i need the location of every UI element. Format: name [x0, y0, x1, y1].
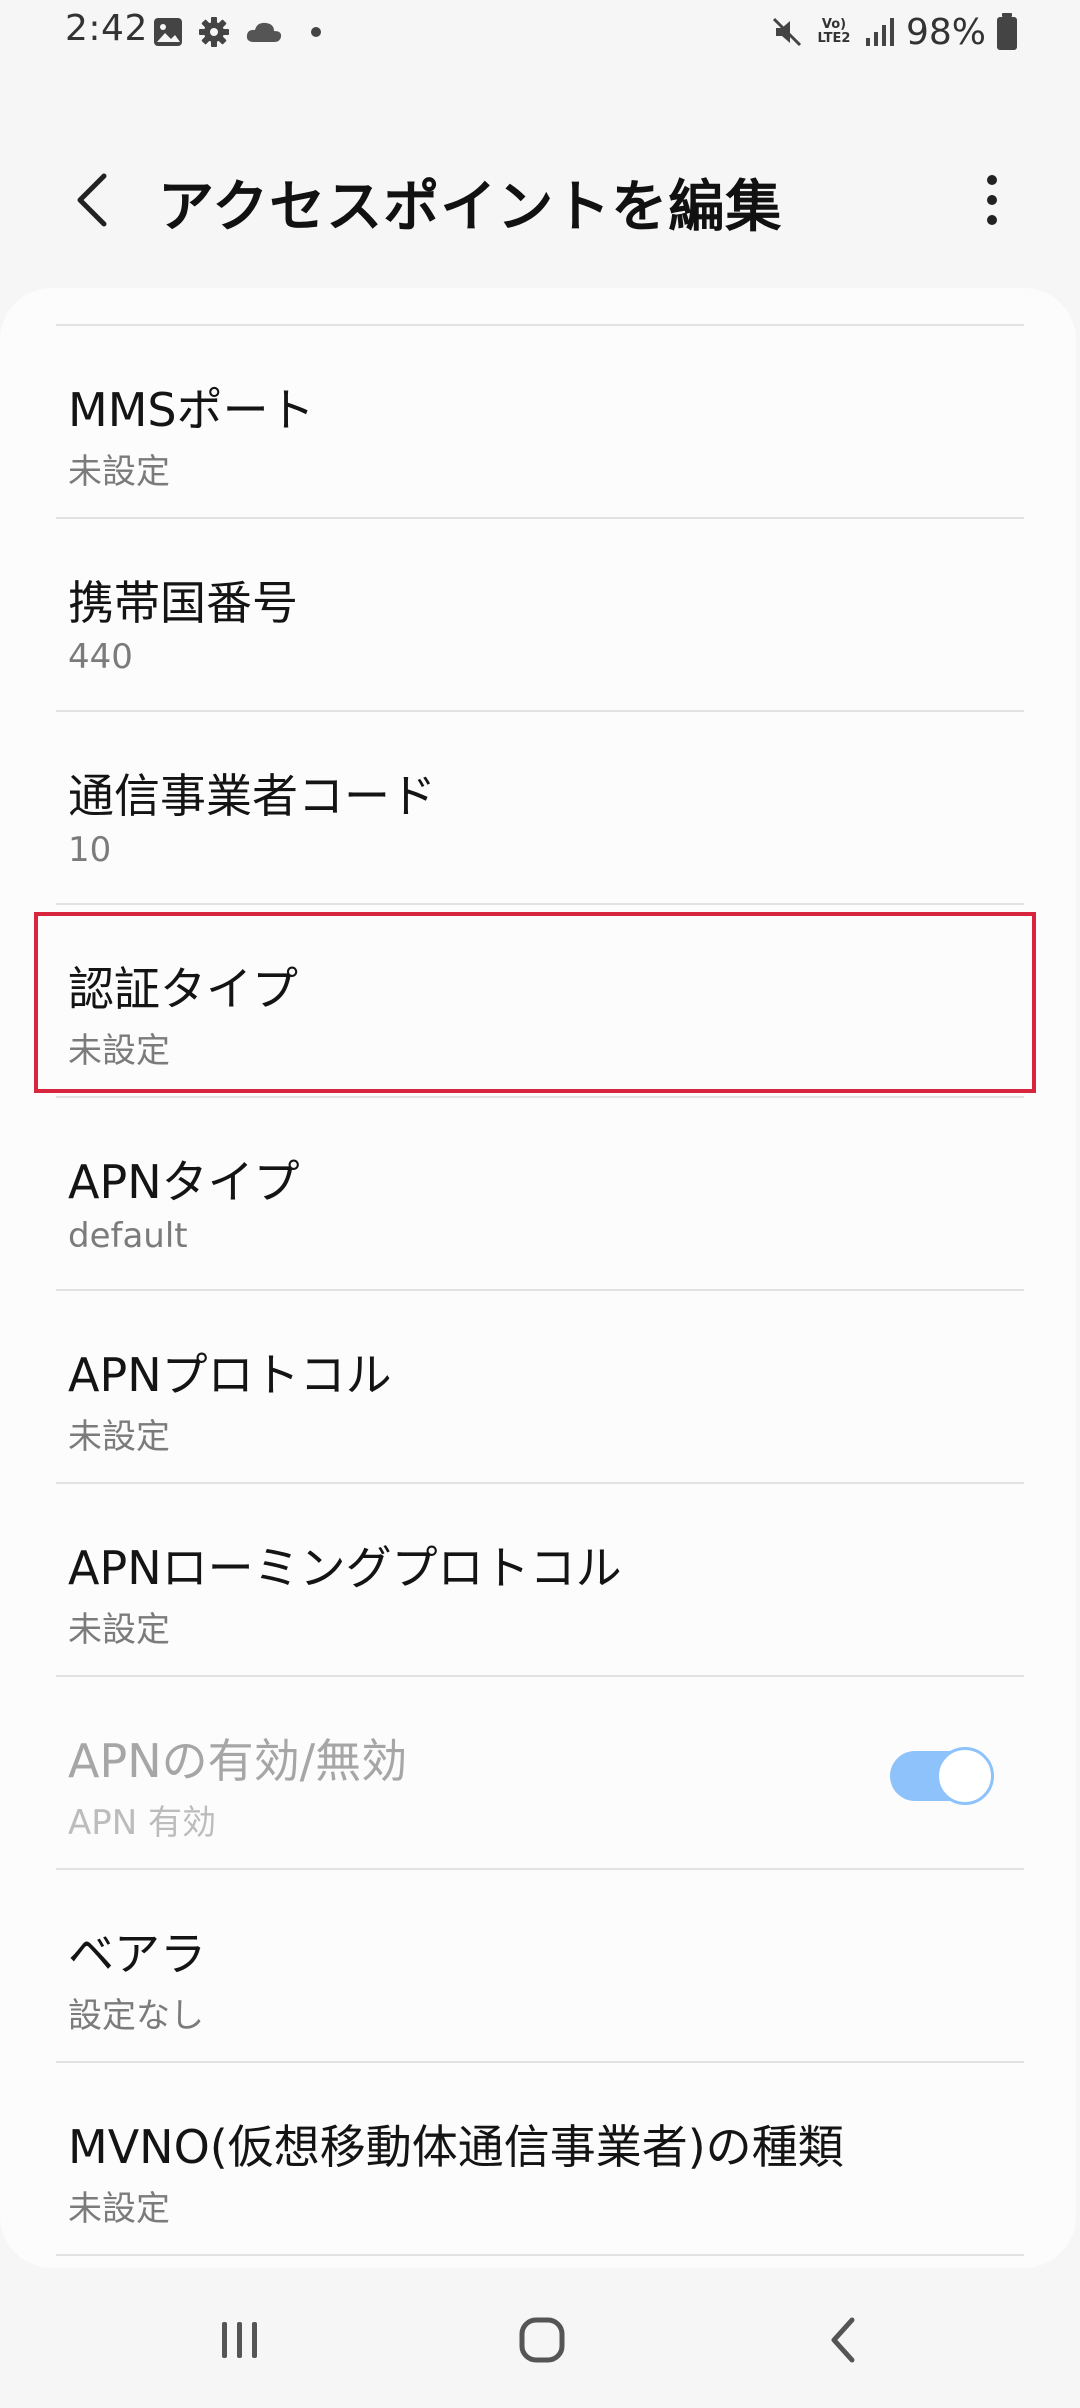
back-chevron-icon — [77, 173, 107, 227]
status-left-icons — [152, 14, 326, 50]
setting-title: ベアラ — [68, 1927, 206, 1981]
mute-icon — [772, 17, 802, 47]
network-type-label: Vo) LTE2 — [817, 17, 851, 46]
setting-summary: default — [68, 1216, 188, 1256]
page-title: アクセスポイントを編集 — [158, 175, 783, 240]
setting-summary: 未設定 — [68, 1417, 170, 1457]
setting-summary: 10 — [68, 830, 112, 870]
setting-apn-protocol[interactable]: APNプロトコル 未設定 — [0, 1291, 1076, 1484]
setting-title: APNプロトコル — [68, 1348, 392, 1402]
setting-title: MVNO(仮想移動体通信事業者)の種類 — [68, 2120, 844, 2174]
cloud-icon — [246, 22, 282, 42]
toggle-thumb — [936, 1747, 994, 1805]
setting-summary: 未設定 — [68, 1031, 170, 1071]
setting-summary: 440 — [68, 637, 133, 677]
setting-apn-type[interactable]: APNタイプ default — [0, 1098, 1076, 1291]
setting-summary: 未設定 — [68, 1610, 170, 1650]
setting-mms-port[interactable]: MMSポート 未設定 — [0, 326, 1076, 519]
signal-icon — [865, 18, 894, 46]
setting-summary: 未設定 — [68, 452, 170, 492]
battery-percent: 98% — [905, 11, 986, 53]
home-icon — [519, 2317, 565, 2363]
setting-title: 通信事業者コード — [68, 769, 436, 823]
status-time: 2:42 — [65, 8, 148, 49]
setting-title: 認証タイプ — [68, 962, 298, 1016]
system-back-button[interactable] — [794, 2300, 894, 2380]
gear-icon — [199, 17, 229, 47]
setting-auth-type[interactable]: 認証タイプ 未設定 — [0, 905, 1076, 1098]
setting-bearer[interactable]: ベアラ 設定なし — [0, 1870, 1076, 2063]
setting-title: MMSポート — [68, 383, 315, 437]
settings-list: MMSポート 未設定 携帯国番号 440 通信事業者コード 10 認証タイプ 未… — [0, 326, 1076, 2256]
setting-title: 携帯国番号 — [68, 576, 298, 630]
setting-summary: 設定なし — [68, 1996, 204, 2036]
setting-mcc[interactable]: 携帯国番号 440 — [0, 519, 1076, 712]
setting-summary: APN 有効 — [68, 1803, 217, 1843]
setting-summary: 未設定 — [68, 2189, 170, 2229]
setting-title: APNタイプ — [68, 1155, 300, 1209]
app-bar: アクセスポイントを編集 — [0, 140, 1080, 260]
status-bar: 2:42 Vo) LTE2 98% — [0, 0, 1080, 64]
setting-apn-enable: APNの有効/無効 APN 有効 — [0, 1677, 1076, 1870]
apn-enable-toggle[interactable] — [890, 1747, 996, 1805]
setting-mnc[interactable]: 通信事業者コード 10 — [0, 712, 1076, 905]
navigation-bar — [0, 2270, 1080, 2408]
setting-title: APNローミングプロトコル — [68, 1541, 622, 1595]
more-vertical-icon — [987, 175, 997, 225]
home-button[interactable] — [492, 2300, 592, 2380]
setting-mvno-type[interactable]: MVNO(仮想移動体通信事業者)の種類 未設定 — [0, 2063, 1076, 2256]
recents-button[interactable] — [190, 2300, 290, 2380]
back-button[interactable] — [56, 164, 128, 236]
more-options-button[interactable] — [956, 164, 1028, 236]
settings-card: MMSポート 未設定 携帯国番号 440 通信事業者コード 10 認証タイプ 未… — [0, 288, 1076, 2268]
status-right-icons: Vo) LTE2 98% — [770, 8, 1018, 56]
dot-icon — [311, 27, 321, 37]
setting-apn-roaming-protocol[interactable]: APNローミングプロトコル 未設定 — [0, 1484, 1076, 1677]
battery-icon — [997, 13, 1017, 50]
gallery-icon — [154, 18, 182, 46]
back-icon — [831, 2317, 855, 2363]
setting-title: APNの有効/無効 — [68, 1734, 408, 1788]
recents-icon — [222, 2322, 257, 2358]
